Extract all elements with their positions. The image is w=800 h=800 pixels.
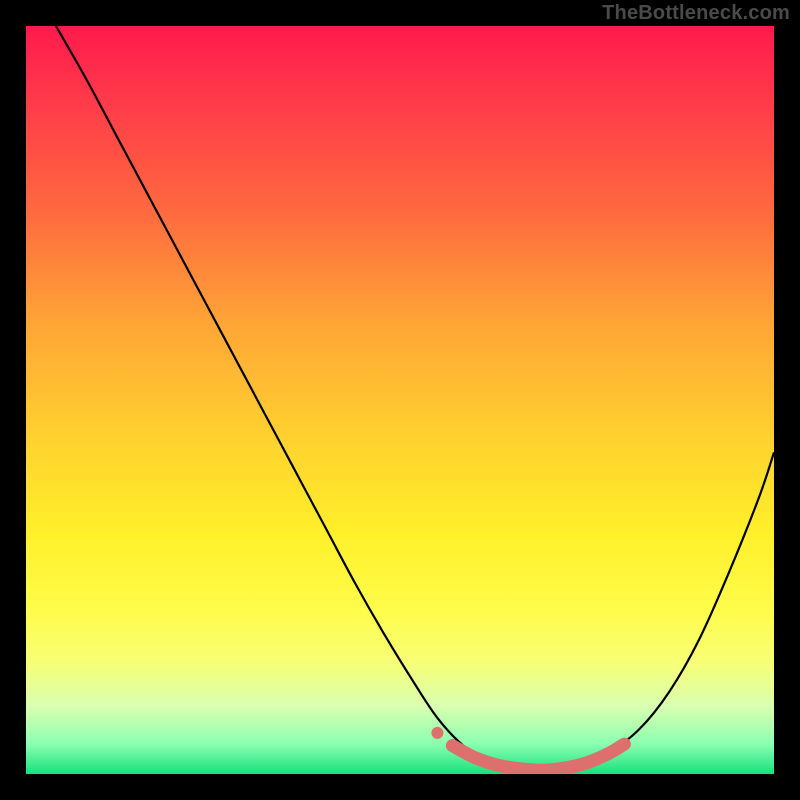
chart-frame: TheBottleneck.com <box>0 0 800 800</box>
highlight-markers <box>26 26 774 774</box>
watermark-text: TheBottleneck.com <box>602 2 790 25</box>
